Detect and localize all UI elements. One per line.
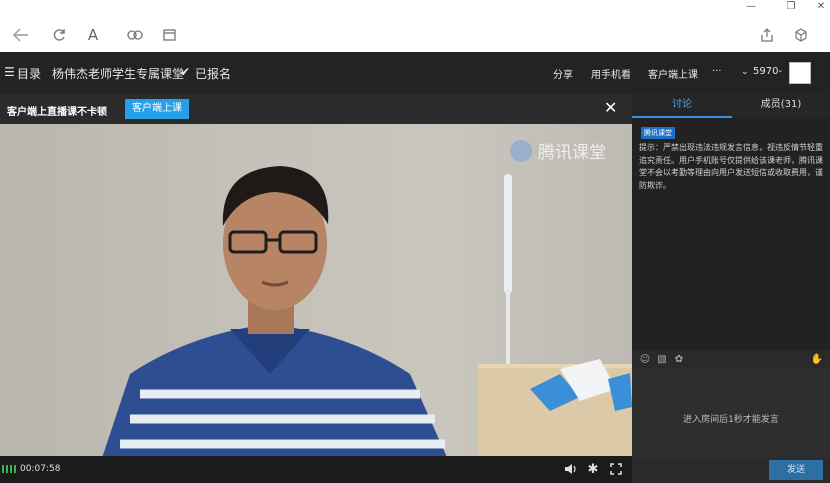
chat-input[interactable]: 进入房间后1秒才能发言 <box>632 368 830 458</box>
flower-icon[interactable]: ✿ <box>672 352 686 366</box>
signal-icon <box>2 465 16 473</box>
client-notice-bar: 客户端上直播课不卡顿 客户端上课 ✕ <box>0 94 632 124</box>
teacher-image <box>102 166 447 456</box>
video-frame: 腾讯课堂 <box>0 124 632 456</box>
notice-text: 客户端上直播课不卡顿 <box>7 107 107 118</box>
back-arrow-icon[interactable] <box>10 24 32 46</box>
user-name[interactable]: 5970- <box>753 66 782 77</box>
chat-area: 腾讯课堂 提示：严禁出现违法违规发言信息，视违反情节轻重追究责任。用户手机账号仅… <box>632 118 830 350</box>
more-button[interactable]: ··· <box>712 66 722 77</box>
video-controls: 00:07:58 ✱ <box>0 456 632 483</box>
browser-toolbar: — ❐ ✕ A <box>0 0 830 52</box>
cube-icon[interactable] <box>790 24 812 46</box>
system-badge: 腾讯课堂 <box>641 127 675 139</box>
lamp-image <box>498 174 518 380</box>
avatar[interactable] <box>789 62 811 84</box>
client-class-button[interactable]: 客户端上课 <box>648 66 698 81</box>
menu-icon[interactable]: ☰ <box>4 65 15 79</box>
check-icon: ✔ <box>180 65 191 79</box>
side-tabs: 讨论 成员(31) <box>632 94 830 118</box>
course-bar: ☰ 目录 杨伟杰老师学生专属课堂 ✔ 已报名 分享 用手机看 客户端上课 ···… <box>0 52 830 94</box>
enrolled-status: 已报名 <box>195 67 232 81</box>
tab-members[interactable]: 成员(31) <box>732 94 830 118</box>
tab-discussion[interactable]: 讨论 <box>632 94 732 118</box>
send-button[interactable]: 发送 <box>769 460 823 480</box>
elapsed-time: 00:07:58 <box>20 464 61 474</box>
share-button[interactable]: 分享 <box>553 66 573 81</box>
restore-icon[interactable]: ❐ <box>776 0 806 12</box>
chevron-down-icon[interactable]: ⌄ <box>741 67 749 77</box>
client-class-notice-button[interactable]: 客户端上课 <box>125 99 189 119</box>
share-icon[interactable] <box>756 24 778 46</box>
close-window-icon[interactable]: ✕ <box>806 0 830 12</box>
fullscreen-icon[interactable] <box>607 460 625 478</box>
side-panel: 讨论 成员(31) 腾讯课堂 提示：严禁出现违法违规发言信息，视违反情节轻重追究… <box>632 94 830 483</box>
raise-hand-icon[interactable]: ✋ <box>810 352 824 366</box>
window-icon[interactable] <box>158 24 180 46</box>
video-player[interactable]: 客户端上直播课不卡顿 客户端上课 ✕ 腾讯课堂 00:07:58 ✱ <box>0 94 632 483</box>
menu-button[interactable]: 目录 <box>17 65 41 82</box>
image-icon[interactable]: ▧ <box>655 352 669 366</box>
watermark-text: 腾讯课堂 <box>538 143 606 163</box>
close-icon[interactable]: ✕ <box>604 99 617 117</box>
input-hint: 进入房间后1秒才能发言 <box>683 415 779 425</box>
gear-icon[interactable]: ✱ <box>584 460 602 478</box>
emoji-icon[interactable]: ☺ <box>638 352 652 366</box>
volume-icon[interactable] <box>561 460 579 478</box>
font-icon[interactable]: A <box>82 24 104 46</box>
masks-image <box>530 359 632 411</box>
refresh-icon[interactable] <box>48 24 70 46</box>
minimize-icon[interactable]: — <box>736 0 766 12</box>
chat-tools: ☺ ▧ ✿ ✋ <box>632 350 830 368</box>
tencent-watermark: 腾讯课堂 <box>510 138 606 163</box>
phone-watch-button[interactable]: 用手机看 <box>591 66 631 81</box>
safety-tip: 提示：严禁出现违法违规发言信息，视违反情节轻重追究责任。用户手机账号仅提供给该课… <box>639 143 823 190</box>
link-icon[interactable] <box>124 24 146 46</box>
course-title: 杨伟杰老师学生专属课堂 <box>52 67 185 81</box>
tencent-logo-icon <box>510 139 532 162</box>
